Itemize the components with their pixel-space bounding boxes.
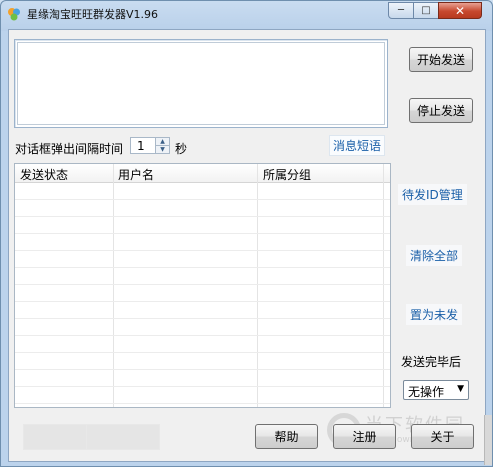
mark-unsent-link[interactable]: 置为未发 — [406, 304, 463, 325]
column-header-status[interactable]: 发送状态 — [20, 166, 68, 183]
maximize-button[interactable]: □ — [413, 2, 439, 19]
minimize-button[interactable]: ─ — [388, 2, 414, 19]
pending-id-manage-link[interactable]: 待发ID管理 — [398, 184, 467, 205]
status-panel-1 — [23, 424, 87, 450]
table-row — [15, 183, 390, 200]
interval-label: 对话框弹出间隔时间 — [15, 142, 124, 156]
app-window: 星缘淘宝旺旺群发器V1.96 ─ □ ✕ 开始发送 停止发送 对话框弹出间隔时间… — [0, 0, 493, 467]
table-row — [15, 251, 390, 268]
table-row — [15, 268, 390, 285]
minimize-icon: ─ — [397, 5, 405, 16]
app-logo-icon — [8, 8, 20, 21]
clear-all-link[interactable]: 清除全部 — [406, 245, 463, 266]
table-row — [15, 200, 390, 217]
chevron-down-icon[interactable]: ▼ — [457, 384, 464, 394]
title-bar[interactable]: 星缘淘宝旺旺群发器V1.96 ─ □ ✕ — [1, 1, 492, 27]
interval-unit-label: 秒 — [175, 142, 188, 156]
after-send-label: 发送完毕后 — [401, 355, 462, 369]
spin-down-icon[interactable]: ▼ — [156, 146, 169, 153]
status-panel-2 — [86, 424, 160, 450]
table-header: 发送状态 用户名 所属分组 — [15, 164, 390, 183]
column-header-username[interactable]: 用户名 — [118, 166, 154, 183]
table-row — [15, 217, 390, 234]
table-row — [15, 234, 390, 251]
table-row — [15, 319, 390, 336]
help-button[interactable]: 帮助 — [255, 424, 318, 449]
interval-value[interactable]: 1 — [137, 139, 145, 153]
start-send-button[interactable]: 开始发送 — [409, 47, 473, 72]
message-textarea[interactable] — [14, 39, 388, 128]
background-scrollbar — [484, 415, 492, 465]
after-send-selected[interactable]: 无操作 — [408, 383, 444, 400]
about-button[interactable]: 关于 — [411, 424, 474, 449]
after-send-select[interactable]: 无操作 ▼ — [403, 380, 469, 400]
table-row — [15, 387, 390, 404]
table-row — [15, 353, 390, 370]
table-row — [15, 336, 390, 353]
close-button[interactable]: ✕ — [438, 2, 482, 19]
window-title: 星缘淘宝旺旺群发器V1.96 — [27, 8, 159, 21]
spinner-buttons: ▲ ▼ — [155, 138, 169, 153]
interval-spinner[interactable]: 1 ▲ ▼ — [130, 137, 170, 154]
maximize-icon: □ — [421, 5, 431, 16]
close-icon: ✕ — [454, 3, 466, 18]
register-button[interactable]: 注册 — [333, 424, 396, 449]
table-row — [15, 302, 390, 319]
message-phrases-link[interactable]: 消息短语 — [329, 135, 386, 156]
message-textarea-inner[interactable] — [17, 42, 385, 125]
column-header-group[interactable]: 所属分组 — [263, 166, 311, 183]
recipient-table[interactable]: 发送状态 用户名 所属分组 — [14, 163, 391, 408]
stop-send-button[interactable]: 停止发送 — [409, 98, 473, 123]
client-area: 开始发送 停止发送 对话框弹出间隔时间 1 ▲ ▼ 秒 消息短语 发送状态 用户… — [8, 29, 486, 462]
table-row — [15, 370, 390, 387]
table-row — [15, 285, 390, 302]
spin-up-icon[interactable]: ▲ — [156, 138, 169, 146]
